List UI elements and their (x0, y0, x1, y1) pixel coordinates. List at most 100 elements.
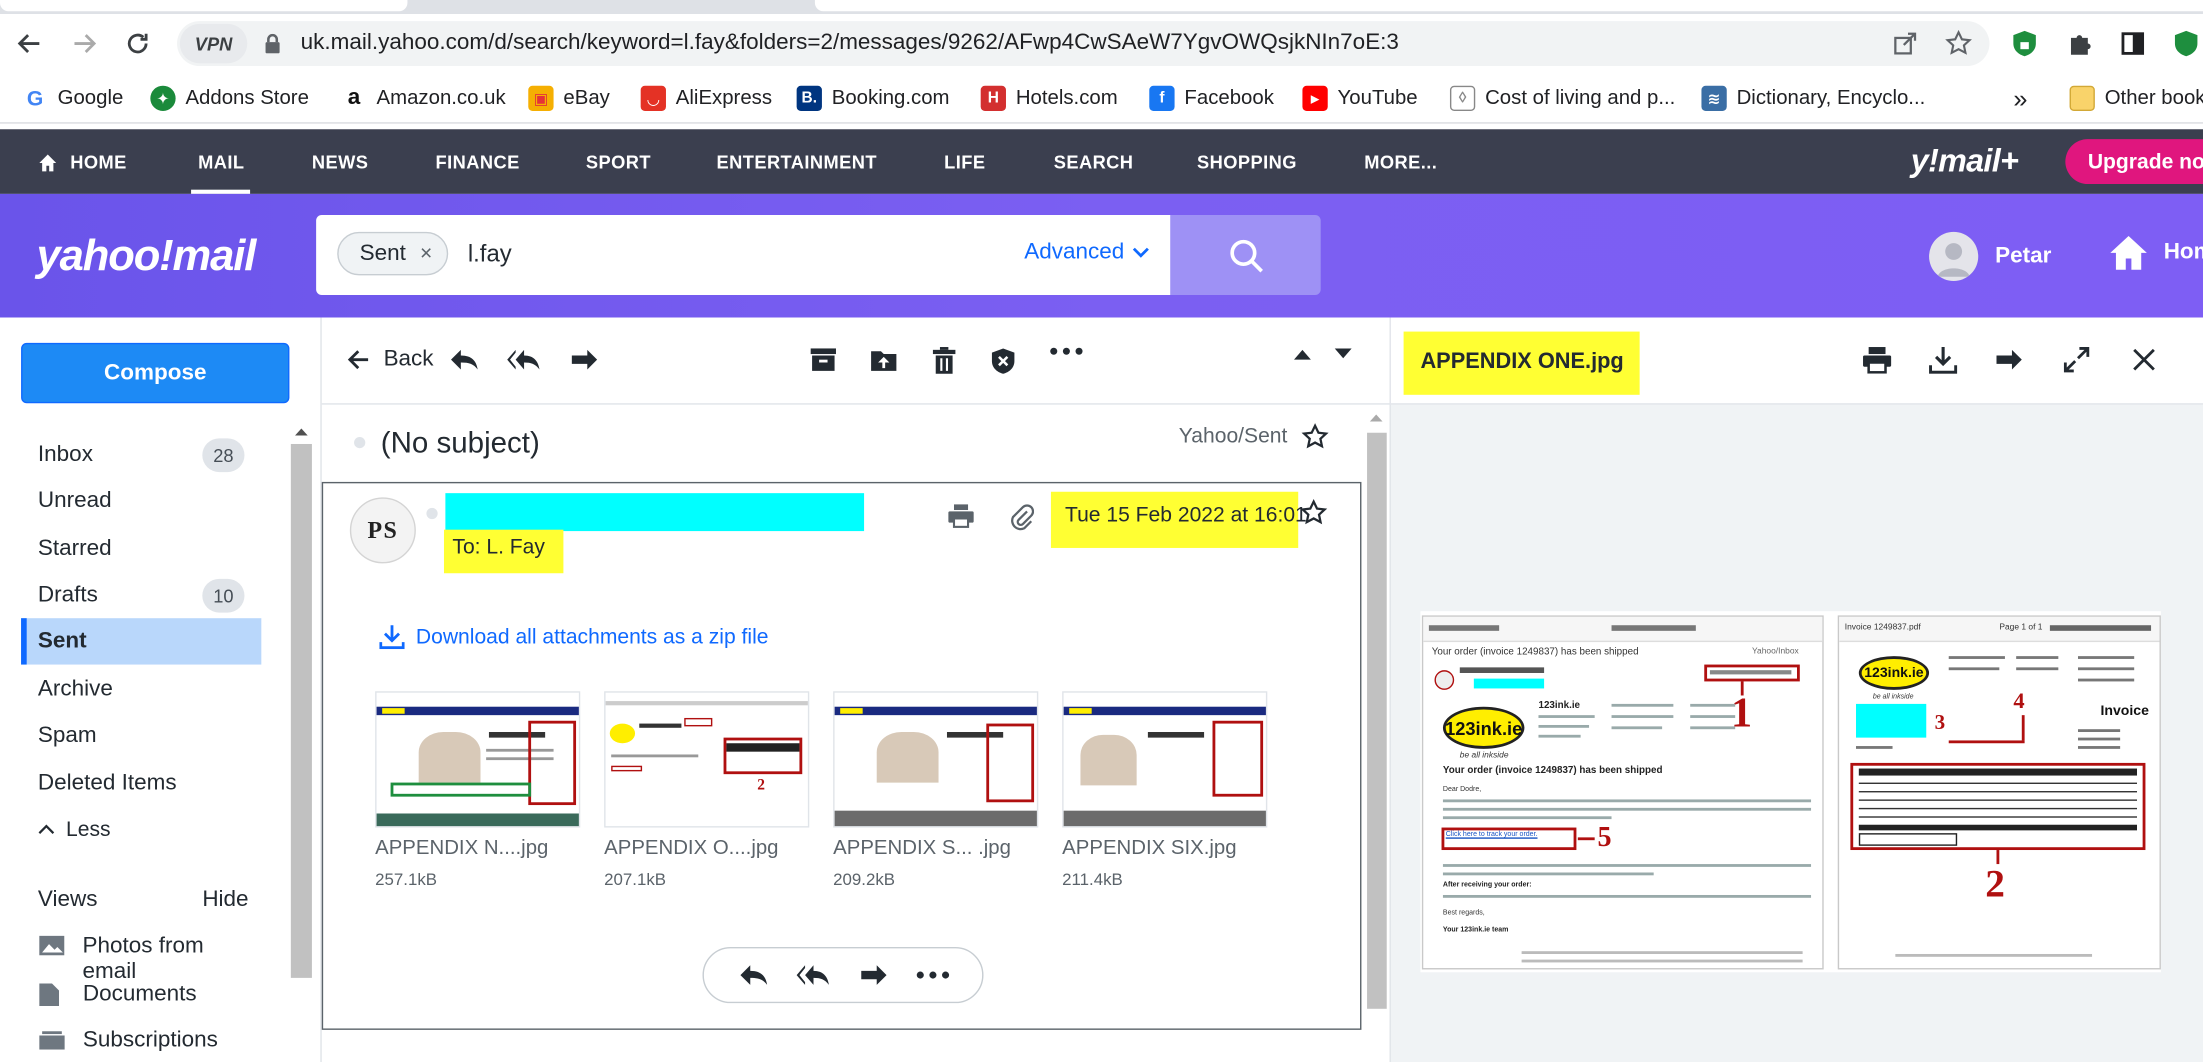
nav-news[interactable]: NEWS (312, 152, 368, 173)
folder-unread[interactable]: Unread (21, 478, 261, 524)
bookmark-addons-store[interactable]: ✦ Addons Store (150, 84, 309, 112)
less-toggle[interactable]: Less (21, 806, 261, 852)
compose-button[interactable]: Compose (21, 342, 290, 404)
yahoo-mail-logo[interactable]: yahoo!mail (37, 230, 257, 281)
more-actions-icon[interactable] (1050, 347, 1084, 355)
view-documents[interactable]: Documents (21, 971, 261, 1017)
attachment-thumbnail[interactable]: 2 (604, 691, 810, 828)
home-link[interactable]: Home (2108, 233, 2203, 272)
bookmark-facebook[interactable]: f Facebook (1149, 84, 1274, 112)
bookmarks-overflow-button[interactable]: » (2013, 84, 2027, 112)
folder-sent[interactable]: Sent (21, 618, 262, 665)
preview-image[interactable]: Your order (invoice 1249837) has been sh… (1420, 611, 2161, 973)
attachment-thumbnail[interactable] (375, 691, 581, 828)
attachment-tile[interactable]: APPENDIX N....jpg 257.1kB (375, 691, 581, 889)
nav-sport[interactable]: SPORT (586, 152, 651, 173)
star-icon[interactable] (1301, 423, 1329, 451)
bookmark-hotels[interactable]: H Hotels.com (980, 84, 1118, 112)
nav-finance[interactable]: FINANCE (436, 152, 520, 173)
move-icon[interactable] (870, 347, 898, 372)
delete-icon[interactable] (932, 347, 957, 375)
vpn-badge[interactable]: VPN (179, 23, 248, 64)
sender-avatar[interactable]: PS (349, 497, 416, 564)
folder-label[interactable]: Yahoo/Sent (1179, 424, 1288, 448)
upgrade-button[interactable]: Upgrade now (2065, 139, 2203, 185)
forward-icon[interactable] (569, 347, 600, 372)
reply-all-icon[interactable] (795, 962, 832, 987)
back-arrow-icon[interactable] (14, 28, 45, 59)
next-message-icon[interactable] (1333, 347, 1353, 361)
folder-drafts[interactable]: Drafts 10 (21, 572, 261, 618)
unread-dot-icon[interactable] (353, 436, 367, 450)
download-icon[interactable] (1926, 343, 1960, 377)
extension-green-icon[interactable] (2171, 28, 2202, 59)
scrollbar-thumb[interactable] (290, 443, 312, 978)
forward-icon[interactable] (1992, 343, 2026, 377)
folder-deleted-items[interactable]: Deleted Items (21, 760, 261, 806)
forward-icon[interactable] (858, 962, 889, 987)
nav-more[interactable]: MORE... (1364, 152, 1437, 173)
nav-life[interactable]: LIFE (944, 152, 985, 173)
search-input[interactable]: l.fay (468, 240, 512, 268)
bookmark-ebay[interactable]: ▣ eBay (528, 84, 610, 112)
hide-views-button[interactable]: Hide (202, 888, 248, 913)
advanced-search-button[interactable]: Advanced (1024, 240, 1150, 265)
folder-archive[interactable]: Archive (21, 666, 261, 712)
star-bookmark-icon[interactable] (1943, 28, 1974, 59)
reply-icon[interactable] (448, 347, 479, 372)
attachment-tile[interactable]: 2 APPENDIX O....jpg 207.1kB (604, 691, 810, 889)
message-star-icon[interactable] (1300, 498, 1328, 527)
user-menu[interactable]: Petar (1929, 231, 2051, 281)
url-text[interactable]: uk.mail.yahoo.com/d/search/keyword=l.fay… (301, 31, 1399, 56)
message-scrollbar[interactable] (1366, 405, 1387, 1037)
nav-mail[interactable]: MAIL (198, 152, 244, 173)
previous-message-icon[interactable] (1293, 347, 1313, 361)
download-all-link[interactable]: Download all attachments as a zip file (379, 624, 768, 650)
sender-name-redacted[interactable] (445, 493, 865, 532)
bookmark-amazon[interactable]: a Amazon.co.uk (341, 84, 506, 112)
reload-icon[interactable] (122, 28, 153, 59)
forward-arrow-icon[interactable] (69, 28, 100, 59)
other-bookmarks[interactable]: Other book (2069, 84, 2203, 112)
attachment-paperclip-icon[interactable] (1009, 503, 1035, 531)
extension-shield-icon[interactable] (2009, 28, 2040, 59)
search-button[interactable] (1170, 214, 1321, 296)
attachment-thumbnail[interactable] (1062, 691, 1268, 828)
expand-fullscreen-icon[interactable] (2060, 343, 2094, 377)
lock-icon[interactable] (264, 33, 281, 54)
bookmark-aliexpress[interactable]: ◡ AliExpress (640, 84, 772, 112)
bookmark-google[interactable]: G Google (22, 84, 123, 112)
archive-icon[interactable] (809, 347, 837, 372)
scrollbar-thumb[interactable] (1367, 432, 1387, 1009)
folder-inbox[interactable]: Inbox 28 (21, 431, 261, 477)
print-icon[interactable] (947, 503, 975, 528)
nav-shopping[interactable]: SHOPPING (1197, 152, 1297, 173)
view-photos[interactable]: Photos from email (21, 923, 261, 984)
print-icon[interactable] (1860, 343, 1894, 377)
attachment-thumbnail[interactable] (833, 691, 1039, 828)
view-subscriptions[interactable]: Subscriptions (21, 1017, 261, 1062)
nav-search[interactable]: SEARCH (1054, 152, 1134, 173)
ymail-plus-logo[interactable]: y!mail+ (1911, 142, 2019, 180)
folder-spam[interactable]: Spam (21, 712, 261, 758)
chip-close-icon[interactable]: × (420, 242, 432, 266)
bookmark-booking[interactable]: B. Booking.com (796, 84, 950, 112)
attachment-tile[interactable]: APPENDIX SIX.jpg 211.4kB (1062, 691, 1268, 889)
spam-shield-icon[interactable] (991, 347, 1016, 375)
search-box[interactable]: Sent × l.fay Advanced (316, 214, 1171, 296)
sidebar-scrollbar[interactable] (290, 424, 312, 1062)
folder-starred[interactable]: Starred (21, 525, 261, 571)
close-icon[interactable] (2127, 343, 2161, 377)
nav-home[interactable]: HOME (38, 152, 127, 173)
share-icon[interactable] (1890, 28, 1921, 59)
reply-icon[interactable] (737, 962, 768, 987)
search-chip-sent[interactable]: Sent × (337, 231, 448, 276)
side-panel-icon[interactable] (2117, 28, 2148, 59)
attachment-tile[interactable]: APPENDIX S... .jpg 209.2kB (833, 691, 1039, 889)
more-actions-icon[interactable] (915, 971, 949, 979)
extensions-puzzle-icon[interactable] (2064, 28, 2095, 59)
bookmark-cost-of-living[interactable]: ◊ Cost of living and p... (1449, 84, 1675, 112)
bookmark-dictionary[interactable]: ≋ Dictionary, Encyclo... (1701, 84, 1925, 112)
reply-all-icon[interactable] (506, 347, 543, 372)
nav-entertainment[interactable]: ENTERTAINMENT (717, 152, 877, 173)
